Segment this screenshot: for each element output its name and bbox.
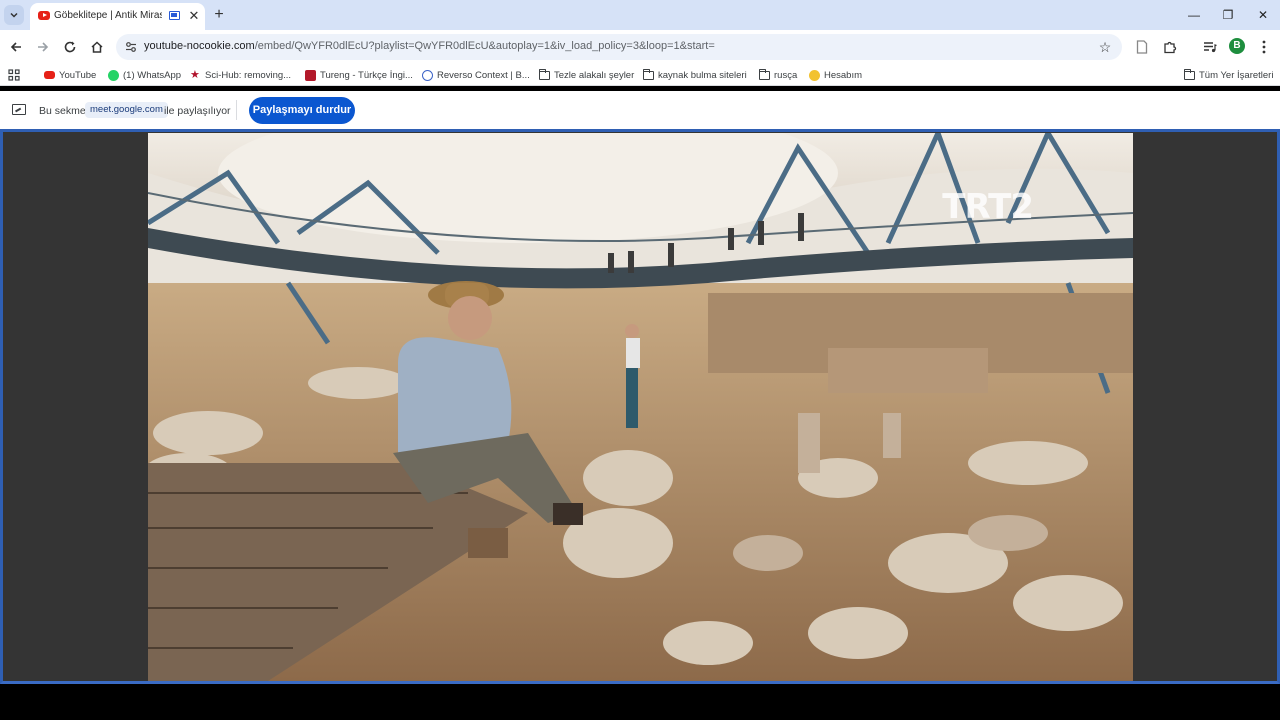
folder-icon xyxy=(642,68,654,80)
reload-icon xyxy=(64,41,76,53)
bookmark-folder-kaynak[interactable]: kaynak bulma siteleri xyxy=(642,67,747,83)
puzzle-icon xyxy=(1164,41,1177,54)
reading-mode-button[interactable] xyxy=(1132,37,1152,57)
tab-search-button[interactable] xyxy=(4,5,24,25)
tab-sharing-bar: Bu sekme meet.google.com ile paylaşılıyo… xyxy=(0,91,1280,129)
bookmark-label: Tureng - Türkçe İngi... xyxy=(320,69,413,81)
tab-strip: Göbeklitepe | Antik Miras | ✕ + — ❐ ✕ xyxy=(0,0,1280,30)
reverso-icon xyxy=(422,69,433,81)
bookmark-label: Reverso Context | B... xyxy=(437,69,530,81)
bookmark-folder-tez[interactable]: Tezle alakalı şeyler xyxy=(538,67,635,83)
url-host: youtube-nocookie.com xyxy=(144,40,255,52)
home-icon xyxy=(91,41,103,53)
folder-icon xyxy=(758,68,770,80)
bookmark-label: Tüm Yer İşaretleri xyxy=(1199,69,1274,81)
back-arrow-icon xyxy=(10,42,21,52)
apps-grid-icon xyxy=(8,69,20,81)
new-tab-button[interactable]: + xyxy=(210,6,228,24)
playlist-icon xyxy=(1204,42,1217,53)
tab-sharing-icon xyxy=(169,11,180,20)
reload-button[interactable] xyxy=(60,37,80,57)
bookmark-label: rusça xyxy=(774,69,798,81)
forward-button[interactable] xyxy=(33,37,53,57)
share-domain-chip[interactable]: meet.google.com xyxy=(85,102,168,118)
minimize-button[interactable]: — xyxy=(1184,5,1204,25)
bookmark-folder-rusca[interactable]: rusça xyxy=(758,67,798,83)
divider xyxy=(236,100,237,120)
bookmark-hesabim[interactable]: Hesabım xyxy=(809,67,862,83)
trt2-logo: TRT2 xyxy=(942,187,1034,227)
bookmark-label: YouTube xyxy=(59,69,97,81)
bookmark-label: kaynak bulma siteleri xyxy=(658,69,747,81)
scihub-icon: ★ xyxy=(190,68,200,81)
video-player[interactable]: TRT2 xyxy=(148,133,1133,681)
tab-title: Göbeklitepe | Antik Miras | xyxy=(54,10,162,21)
menu-button[interactable] xyxy=(1254,37,1274,57)
youtube-icon xyxy=(44,71,55,79)
account-icon xyxy=(809,69,820,81)
bookmarks-bar: YouTube (1) WhatsApp ★ Sci-Hub: removing… xyxy=(0,64,1280,86)
address-bar[interactable]: youtube-nocookie.com/embed/QwYFR0dlEcU?p… xyxy=(116,34,1122,60)
media-controls-button[interactable] xyxy=(1200,37,1220,57)
bookmark-label: Sci-Hub: removing... xyxy=(205,69,292,81)
forward-arrow-icon xyxy=(38,42,49,52)
url-text[interactable]: youtube-nocookie.com/embed/QwYFR0dlEcU?p… xyxy=(144,40,1084,52)
chevron-down-icon xyxy=(10,12,18,18)
folder-icon xyxy=(538,68,550,80)
apps-button[interactable] xyxy=(8,67,20,83)
bookmark-youtube[interactable]: YouTube xyxy=(44,67,96,83)
home-button[interactable] xyxy=(87,37,107,57)
bookmark-reverso[interactable]: Reverso Context | B... xyxy=(422,67,530,83)
bookmark-whatsapp[interactable]: (1) WhatsApp xyxy=(108,67,181,83)
taskbar-area xyxy=(0,684,1280,720)
bookmark-tureng[interactable]: Tureng - Türkçe İngi... xyxy=(305,67,413,83)
whatsapp-icon xyxy=(108,69,119,81)
stop-sharing-button[interactable]: Paylaşmayı durdur xyxy=(249,97,355,124)
tureng-icon xyxy=(305,69,316,81)
bookmark-star-icon[interactable]: ☆ xyxy=(1096,38,1114,56)
close-window-button[interactable]: ✕ xyxy=(1253,5,1273,25)
url-path: /embed/QwYFR0dlEcU?playlist=QwYFR0dlEcU&… xyxy=(254,40,715,52)
restore-button[interactable]: ❐ xyxy=(1218,5,1238,25)
all-bookmarks-folder[interactable]: Tüm Yer İşaretleri xyxy=(1183,67,1274,83)
browser-toolbar: youtube-nocookie.com/embed/QwYFR0dlEcU?p… xyxy=(0,30,1280,64)
bookmark-label: (1) WhatsApp xyxy=(123,69,182,81)
active-tab[interactable]: Göbeklitepe | Antik Miras | ✕ xyxy=(30,3,205,30)
share-suffix-text: ile paylaşılıyor xyxy=(164,105,231,117)
bookmark-label: Tezle alakalı şeyler xyxy=(554,69,635,81)
back-button[interactable] xyxy=(6,37,26,57)
share-prefix-text: Bu sekme xyxy=(39,105,86,117)
profile-avatar[interactable]: B xyxy=(1229,38,1245,54)
bookmark-label: Hesabım xyxy=(824,69,863,81)
kebab-menu-icon xyxy=(1262,40,1266,54)
tab-close-icon[interactable]: ✕ xyxy=(186,8,202,24)
extensions-button[interactable] xyxy=(1160,37,1180,57)
bookmark-scihub[interactable]: ★ Sci-Hub: removing... xyxy=(190,67,291,83)
folder-icon xyxy=(1183,68,1195,80)
screen-share-icon xyxy=(12,104,26,115)
youtube-icon xyxy=(38,11,50,20)
document-icon xyxy=(1136,40,1148,54)
site-info-icon[interactable] xyxy=(124,39,138,55)
